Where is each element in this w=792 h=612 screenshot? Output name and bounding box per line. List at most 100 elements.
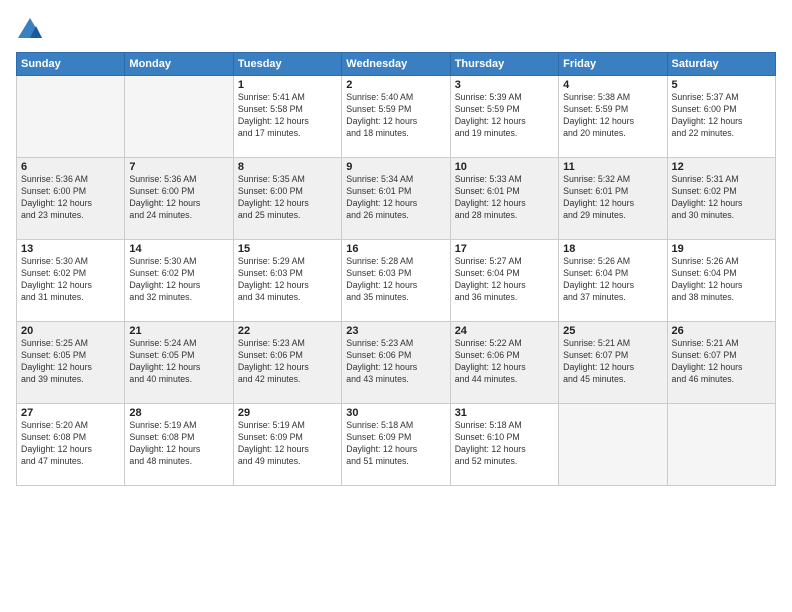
calendar-container: SundayMondayTuesdayWednesdayThursdayFrid…: [0, 0, 792, 612]
calendar-day-cell: 13Sunrise: 5:30 AM Sunset: 6:02 PM Dayli…: [17, 240, 125, 322]
calendar-day-cell: 28Sunrise: 5:19 AM Sunset: 6:08 PM Dayli…: [125, 404, 233, 486]
calendar-day-cell: 11Sunrise: 5:32 AM Sunset: 6:01 PM Dayli…: [559, 158, 667, 240]
day-number: 14: [129, 243, 228, 255]
calendar-day-cell: 20Sunrise: 5:25 AM Sunset: 6:05 PM Dayli…: [17, 322, 125, 404]
day-number: 23: [346, 325, 445, 337]
day-number: 27: [21, 407, 120, 419]
day-number: 31: [455, 407, 554, 419]
day-info: Sunrise: 5:41 AM Sunset: 5:58 PM Dayligh…: [238, 92, 337, 140]
calendar-day-cell: 9Sunrise: 5:34 AM Sunset: 6:01 PM Daylig…: [342, 158, 450, 240]
calendar-header-wednesday: Wednesday: [342, 53, 450, 76]
calendar-header-friday: Friday: [559, 53, 667, 76]
calendar-day-cell: 12Sunrise: 5:31 AM Sunset: 6:02 PM Dayli…: [667, 158, 775, 240]
day-info: Sunrise: 5:29 AM Sunset: 6:03 PM Dayligh…: [238, 256, 337, 304]
day-number: 20: [21, 325, 120, 337]
day-info: Sunrise: 5:40 AM Sunset: 5:59 PM Dayligh…: [346, 92, 445, 140]
day-number: 6: [21, 161, 120, 173]
calendar-day-cell: 21Sunrise: 5:24 AM Sunset: 6:05 PM Dayli…: [125, 322, 233, 404]
calendar-day-cell: 25Sunrise: 5:21 AM Sunset: 6:07 PM Dayli…: [559, 322, 667, 404]
day-info: Sunrise: 5:23 AM Sunset: 6:06 PM Dayligh…: [238, 338, 337, 386]
day-number: 12: [672, 161, 771, 173]
day-info: Sunrise: 5:19 AM Sunset: 6:09 PM Dayligh…: [238, 420, 337, 468]
day-number: 3: [455, 79, 554, 91]
calendar-table: SundayMondayTuesdayWednesdayThursdayFrid…: [16, 52, 776, 486]
calendar-day-cell: 23Sunrise: 5:23 AM Sunset: 6:06 PM Dayli…: [342, 322, 450, 404]
calendar-day-cell: [125, 76, 233, 158]
day-info: Sunrise: 5:39 AM Sunset: 5:59 PM Dayligh…: [455, 92, 554, 140]
day-info: Sunrise: 5:38 AM Sunset: 5:59 PM Dayligh…: [563, 92, 662, 140]
day-info: Sunrise: 5:20 AM Sunset: 6:08 PM Dayligh…: [21, 420, 120, 468]
day-number: 28: [129, 407, 228, 419]
day-info: Sunrise: 5:26 AM Sunset: 6:04 PM Dayligh…: [563, 256, 662, 304]
day-number: 26: [672, 325, 771, 337]
day-number: 9: [346, 161, 445, 173]
day-number: 10: [455, 161, 554, 173]
day-number: 30: [346, 407, 445, 419]
day-info: Sunrise: 5:27 AM Sunset: 6:04 PM Dayligh…: [455, 256, 554, 304]
calendar-day-cell: 10Sunrise: 5:33 AM Sunset: 6:01 PM Dayli…: [450, 158, 558, 240]
calendar-week-row-5: 27Sunrise: 5:20 AM Sunset: 6:08 PM Dayli…: [17, 404, 776, 486]
header: [16, 16, 776, 44]
day-info: Sunrise: 5:18 AM Sunset: 6:09 PM Dayligh…: [346, 420, 445, 468]
calendar-header-saturday: Saturday: [667, 53, 775, 76]
calendar-day-cell: 6Sunrise: 5:36 AM Sunset: 6:00 PM Daylig…: [17, 158, 125, 240]
calendar-header-thursday: Thursday: [450, 53, 558, 76]
calendar-day-cell: 30Sunrise: 5:18 AM Sunset: 6:09 PM Dayli…: [342, 404, 450, 486]
calendar-day-cell: 17Sunrise: 5:27 AM Sunset: 6:04 PM Dayli…: [450, 240, 558, 322]
calendar-day-cell: 18Sunrise: 5:26 AM Sunset: 6:04 PM Dayli…: [559, 240, 667, 322]
calendar-day-cell: 19Sunrise: 5:26 AM Sunset: 6:04 PM Dayli…: [667, 240, 775, 322]
day-info: Sunrise: 5:32 AM Sunset: 6:01 PM Dayligh…: [563, 174, 662, 222]
day-number: 13: [21, 243, 120, 255]
day-info: Sunrise: 5:18 AM Sunset: 6:10 PM Dayligh…: [455, 420, 554, 468]
day-number: 11: [563, 161, 662, 173]
calendar-header-tuesday: Tuesday: [233, 53, 341, 76]
calendar-day-cell: [17, 76, 125, 158]
day-number: 24: [455, 325, 554, 337]
day-info: Sunrise: 5:24 AM Sunset: 6:05 PM Dayligh…: [129, 338, 228, 386]
calendar-day-cell: 5Sunrise: 5:37 AM Sunset: 6:00 PM Daylig…: [667, 76, 775, 158]
day-info: Sunrise: 5:35 AM Sunset: 6:00 PM Dayligh…: [238, 174, 337, 222]
day-info: Sunrise: 5:36 AM Sunset: 6:00 PM Dayligh…: [129, 174, 228, 222]
day-info: Sunrise: 5:30 AM Sunset: 6:02 PM Dayligh…: [21, 256, 120, 304]
day-info: Sunrise: 5:28 AM Sunset: 6:03 PM Dayligh…: [346, 256, 445, 304]
day-info: Sunrise: 5:22 AM Sunset: 6:06 PM Dayligh…: [455, 338, 554, 386]
calendar-day-cell: 24Sunrise: 5:22 AM Sunset: 6:06 PM Dayli…: [450, 322, 558, 404]
day-info: Sunrise: 5:34 AM Sunset: 6:01 PM Dayligh…: [346, 174, 445, 222]
day-number: 5: [672, 79, 771, 91]
day-info: Sunrise: 5:21 AM Sunset: 6:07 PM Dayligh…: [563, 338, 662, 386]
day-info: Sunrise: 5:33 AM Sunset: 6:01 PM Dayligh…: [455, 174, 554, 222]
day-info: Sunrise: 5:21 AM Sunset: 6:07 PM Dayligh…: [672, 338, 771, 386]
day-info: Sunrise: 5:23 AM Sunset: 6:06 PM Dayligh…: [346, 338, 445, 386]
calendar-week-row-4: 20Sunrise: 5:25 AM Sunset: 6:05 PM Dayli…: [17, 322, 776, 404]
calendar-day-cell: 8Sunrise: 5:35 AM Sunset: 6:00 PM Daylig…: [233, 158, 341, 240]
day-info: Sunrise: 5:31 AM Sunset: 6:02 PM Dayligh…: [672, 174, 771, 222]
calendar-day-cell: 16Sunrise: 5:28 AM Sunset: 6:03 PM Dayli…: [342, 240, 450, 322]
calendar-day-cell: 2Sunrise: 5:40 AM Sunset: 5:59 PM Daylig…: [342, 76, 450, 158]
day-number: 29: [238, 407, 337, 419]
calendar-week-row-1: 1Sunrise: 5:41 AM Sunset: 5:58 PM Daylig…: [17, 76, 776, 158]
calendar-day-cell: 22Sunrise: 5:23 AM Sunset: 6:06 PM Dayli…: [233, 322, 341, 404]
calendar-week-row-3: 13Sunrise: 5:30 AM Sunset: 6:02 PM Dayli…: [17, 240, 776, 322]
calendar-day-cell: [667, 404, 775, 486]
day-number: 21: [129, 325, 228, 337]
calendar-day-cell: [559, 404, 667, 486]
day-info: Sunrise: 5:19 AM Sunset: 6:08 PM Dayligh…: [129, 420, 228, 468]
calendar-header-monday: Monday: [125, 53, 233, 76]
calendar-day-cell: 27Sunrise: 5:20 AM Sunset: 6:08 PM Dayli…: [17, 404, 125, 486]
calendar-week-row-2: 6 Sunrise: 5:36 AM Sunset: 6:00 PM Daylig…: [17, 158, 776, 240]
calendar-day-cell: 3Sunrise: 5:39 AM Sunset: 5:59 PM Daylig…: [450, 76, 558, 158]
calendar-day-cell: 31Sunrise: 5:18 AM Sunset: 6:10 PM Dayli…: [450, 404, 558, 486]
calendar-day-cell: 26Sunrise: 5:21 AM Sunset: 6:07 PM Dayli…: [667, 322, 775, 404]
day-number: 15: [238, 243, 337, 255]
day-info: Sunrise: 5:37 AM Sunset: 6:00 PM Dayligh…: [672, 92, 771, 140]
day-number: 8: [238, 161, 337, 173]
calendar-day-cell: 29Sunrise: 5:19 AM Sunset: 6:09 PM Dayli…: [233, 404, 341, 486]
day-number: 25: [563, 325, 662, 337]
day-info: Sunrise: 5:26 AM Sunset: 6:04 PM Dayligh…: [672, 256, 771, 304]
calendar-day-cell: 15Sunrise: 5:29 AM Sunset: 6:03 PM Dayli…: [233, 240, 341, 322]
calendar-day-cell: 4Sunrise: 5:38 AM Sunset: 5:59 PM Daylig…: [559, 76, 667, 158]
day-info: Sunrise: 5:25 AM Sunset: 6:05 PM Dayligh…: [21, 338, 120, 386]
day-number: 17: [455, 243, 554, 255]
day-number: 19: [672, 243, 771, 255]
day-info: Sunrise: 5:30 AM Sunset: 6:02 PM Dayligh…: [129, 256, 228, 304]
